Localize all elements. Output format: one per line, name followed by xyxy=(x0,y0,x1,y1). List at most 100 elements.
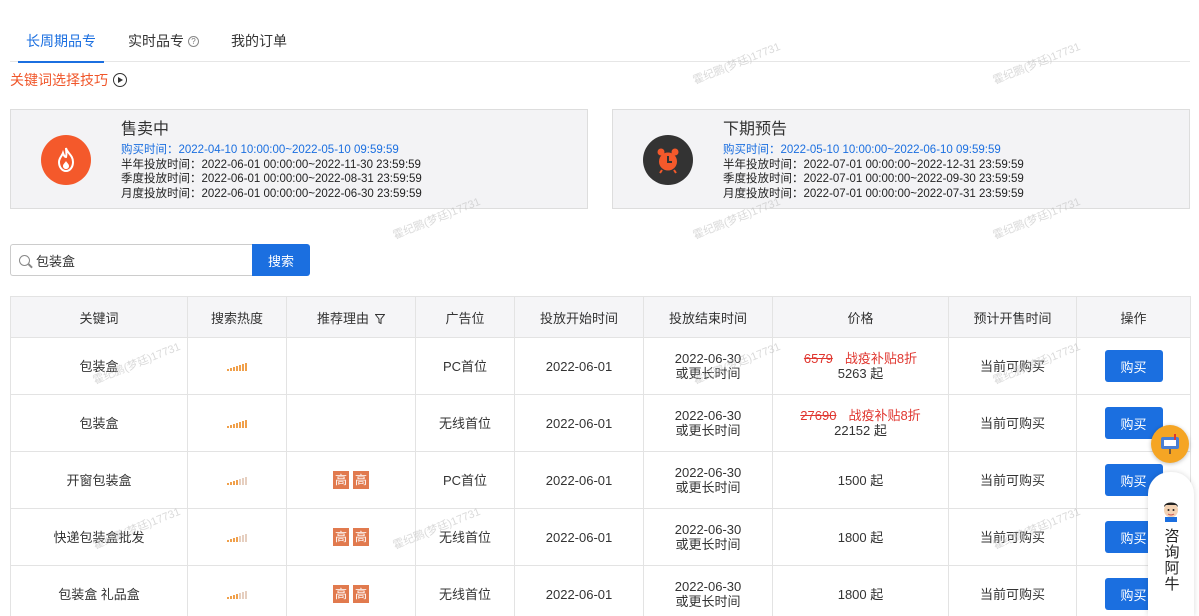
cell-start: 2022-06-01 xyxy=(514,337,644,395)
question-circle-icon[interactable]: ? xyxy=(188,36,199,47)
reason-tag: 高 xyxy=(353,471,369,489)
final-price: 1500 起 xyxy=(837,472,884,488)
cell-reason: 高高 xyxy=(286,451,416,509)
cell-heat xyxy=(187,565,287,616)
table-row: 包装盒 无线首位 2022-06-01 2022-06-30 或更长时间 27690 战疫补… xyxy=(10,394,1191,452)
cow-avatar-icon xyxy=(1164,502,1178,522)
cell-heat xyxy=(187,337,287,395)
cell-reason: 高高 xyxy=(286,565,416,616)
price-discount-line: 27690 战疫补贴8折 xyxy=(773,408,948,423)
header-position: 广告位 xyxy=(415,296,515,338)
fire-icon xyxy=(41,135,91,185)
heat-bars-icon xyxy=(227,419,247,428)
final-price: 5263 起 xyxy=(837,366,884,381)
header-end: 投放结束时间 xyxy=(643,296,773,338)
reason-tag: 高 xyxy=(333,585,349,603)
cell-position: PC首位 xyxy=(415,451,515,509)
table-row: 快递包装盒批发高高无线首位 2022-06-01 2022-06-30 或更长时间 18… xyxy=(10,508,1191,566)
cell-price: 1800 起 xyxy=(772,565,949,616)
tab-label: 长周期品专 xyxy=(26,33,96,49)
cell-start: 2022-06-01 xyxy=(514,508,644,566)
final-price: 22152 起 xyxy=(834,423,887,438)
search-input[interactable] xyxy=(36,252,236,268)
table-row: 包装盒 PC首位 2022-06-01 2022-06-30 或更长时间 6579 战疫补贴… xyxy=(10,337,1191,395)
original-price: 27690 xyxy=(800,408,837,423)
consult-widget[interactable]: 咨询阿牛 xyxy=(1148,472,1194,616)
quarter-time: 季度投放时间：2022-06-01 00:00:00~2022-08-31 23… xyxy=(121,173,422,185)
header-sale-time: 预计开售时间 xyxy=(948,296,1077,338)
heat-bars-icon xyxy=(227,476,247,485)
heat-bars-icon xyxy=(227,533,247,542)
cell-end: 2022-06-30 或更长时间 xyxy=(643,565,773,616)
cell-keyword: 包装盒 xyxy=(10,337,188,395)
cell-start: 2022-06-01 xyxy=(514,394,644,452)
end-date: 2022-06-30 xyxy=(674,465,742,480)
price-discount-line: 6579 战疫补贴8折 xyxy=(773,351,948,366)
tab-label: 我的订单 xyxy=(231,33,287,49)
keyword-tips-link[interactable]: 关键词选择技巧 xyxy=(10,70,127,90)
reason-tag: 高 xyxy=(333,528,349,546)
final-price: 1800 起 xyxy=(837,586,884,602)
header-keyword: 关键词 xyxy=(10,296,188,338)
header-price: 价格 xyxy=(772,296,949,338)
tab-long-cycle[interactable]: 长周期品专 xyxy=(10,28,112,63)
reason-tag: 高 xyxy=(333,471,349,489)
keyword-table: 关键词 搜索热度 推荐理由 广告位 投放开始时间 投放结束时间 价格 预计开售时… xyxy=(10,296,1191,616)
discount-label: 战疫补贴8折 xyxy=(844,351,918,366)
end-note: 或更长时间 xyxy=(675,537,741,552)
cell-sale-time: 当前可购买 xyxy=(948,565,1077,616)
alarm-clock-icon xyxy=(643,135,693,185)
cell-end: 2022-06-30 或更长时间 xyxy=(643,451,773,509)
tab-realtime[interactable]: 实时品专 ? xyxy=(112,28,215,62)
half-year-time: 半年投放时间：2022-07-01 00:00:00~2022-12-31 23… xyxy=(723,158,1024,171)
quarter-time: 季度投放时间：2022-07-01 00:00:00~2022-09-30 23… xyxy=(723,173,1024,185)
end-date: 2022-06-30 xyxy=(674,351,742,366)
upcoming-panel: 下期预告 购买时间：2022-05-10 10:00:00~2022-06-10… xyxy=(612,109,1190,209)
mailbox-button[interactable] xyxy=(1151,425,1189,463)
month-time: 月度投放时间：2022-07-01 00:00:00~2022-07-31 23… xyxy=(723,187,1024,200)
cell-position: 无线首位 xyxy=(415,565,515,616)
table-row: 包装盒 礼品盒高高无线首位 2022-06-01 2022-06-30 或更长时间 18… xyxy=(10,565,1191,616)
buy-button[interactable]: 购买 xyxy=(1104,350,1163,382)
cell-keyword: 包装盒 xyxy=(10,394,188,452)
discount-label: 战疫补贴8折 xyxy=(848,408,921,423)
buy-time: 购买时间：2022-04-10 10:00:00~2022-05-10 09:5… xyxy=(121,144,399,156)
panel-title: 下期预告 xyxy=(723,121,788,138)
search-icon xyxy=(19,254,30,266)
header-action: 操作 xyxy=(1076,296,1191,338)
end-note: 或更长时间 xyxy=(675,480,741,495)
cell-reason: 高高 xyxy=(286,508,416,566)
tab-label: 实时品专 xyxy=(128,33,184,49)
mailbox-icon xyxy=(1161,434,1179,454)
cell-end: 2022-06-30 或更长时间 xyxy=(643,337,773,395)
half-year-time: 半年投放时间：2022-06-01 00:00:00~2022-11-30 23… xyxy=(121,158,421,171)
cell-keyword: 快递包装盒批发 xyxy=(10,508,188,566)
cell-price: 27690 战疫补贴8折 22152 起 xyxy=(772,394,949,452)
end-note: 或更长时间 xyxy=(675,594,741,609)
end-date: 2022-06-30 xyxy=(674,522,742,537)
cell-sale-time: 当前可购买 xyxy=(948,394,1077,452)
cell-reason xyxy=(286,337,416,395)
cell-end: 2022-06-30 或更长时间 xyxy=(643,508,773,566)
filter-icon[interactable] xyxy=(375,314,385,325)
heat-bars-icon xyxy=(227,362,247,371)
panel-schedule: 购买时间：2022-05-10 10:00:00~2022-06-10 09:5… xyxy=(723,143,1024,201)
original-price: 6579 xyxy=(803,351,833,366)
end-date: 2022-06-30 xyxy=(674,579,742,594)
heat-bars-icon xyxy=(227,590,247,599)
consult-label: 咨询阿牛 xyxy=(1162,528,1180,592)
panel-title: 售卖中 xyxy=(121,121,170,138)
reason-tag: 高 xyxy=(353,528,369,546)
reason-tag: 高 xyxy=(353,585,369,603)
cell-sale-time: 当前可购买 xyxy=(948,337,1077,395)
cell-start: 2022-06-01 xyxy=(514,451,644,509)
end-note: 或更长时间 xyxy=(675,423,741,438)
month-time: 月度投放时间：2022-06-01 00:00:00~2022-06-30 23… xyxy=(121,187,422,200)
tab-my-orders[interactable]: 我的订单 xyxy=(215,28,303,62)
header-heat: 搜索热度 xyxy=(187,296,287,338)
play-circle-icon xyxy=(113,73,127,87)
search-button[interactable]: 搜索 xyxy=(252,244,310,276)
cell-position: 无线首位 xyxy=(415,394,515,452)
end-date: 2022-06-30 xyxy=(674,408,742,423)
final-price: 1800 起 xyxy=(837,529,884,545)
